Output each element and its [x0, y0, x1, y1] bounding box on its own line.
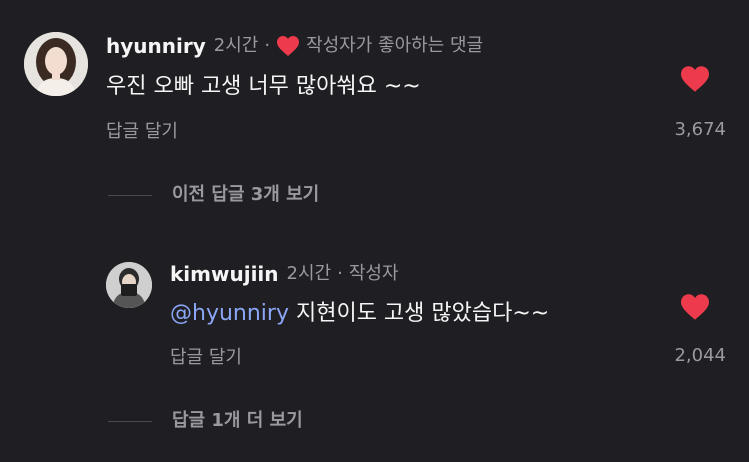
avatar[interactable] [24, 32, 88, 96]
profile-photo-icon [106, 262, 152, 308]
divider-line [108, 194, 152, 196]
reply-header: kimwujiin 2시간 · 작성자 [170, 262, 399, 286]
like-count: 2,044 [674, 345, 726, 366]
like-button[interactable] [679, 65, 711, 93]
comment-text: 우진 오빠 고생 너무 많아쒀요 ~~ [106, 74, 421, 99]
timestamp: 2시간 [286, 263, 332, 284]
timestamp: 2시간 [213, 35, 259, 56]
heart-icon [277, 36, 300, 56]
view-more-replies-button[interactable]: 답글 1개 더 보기 [108, 410, 303, 432]
mention-link[interactable]: @hyunniry [170, 301, 289, 326]
comment-thread: hyunniry 2시간 · 작성자가 좋아하는 댓글 우진 오빠 고생 너무 … [0, 0, 749, 462]
reply-button[interactable]: 답글 달기 [106, 121, 178, 143]
heart-icon [681, 294, 709, 320]
heart-icon [681, 66, 709, 92]
view-previous-replies-label: 이전 답글 3개 보기 [172, 184, 320, 205]
reply-message: 지현이도 고생 많았습다~~ [288, 301, 550, 326]
reply-text: @hyunniry 지현이도 고생 많았습다~~ [170, 300, 549, 328]
divider-line [108, 420, 152, 422]
creator-liked-label: 작성자가 좋아하는 댓글 [306, 35, 484, 56]
avatar[interactable] [106, 262, 152, 308]
like-button[interactable] [679, 293, 711, 321]
reply-button[interactable]: 답글 달기 [170, 347, 242, 369]
separator-dot: · [337, 263, 343, 284]
view-more-replies-label: 답글 1개 더 보기 [172, 410, 303, 431]
separator-dot: · [264, 35, 271, 56]
username[interactable]: hyunniry [106, 34, 206, 58]
creator-liked-badge: 작성자가 좋아하는 댓글 [276, 34, 483, 58]
comment-header: hyunniry 2시간 · 작성자가 좋아하는 댓글 [106, 34, 483, 58]
like-count: 3,674 [674, 119, 726, 140]
profile-photo-icon [24, 32, 88, 96]
author-badge: 작성자 [348, 263, 399, 284]
username[interactable]: kimwujiin [170, 262, 279, 286]
view-previous-replies-button[interactable]: 이전 답글 3개 보기 [108, 184, 319, 206]
